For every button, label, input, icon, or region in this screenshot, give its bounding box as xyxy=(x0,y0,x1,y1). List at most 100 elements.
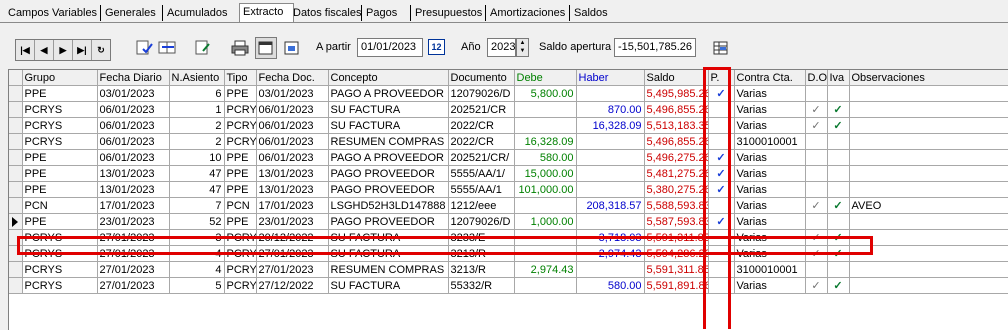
cell-do[interactable] xyxy=(805,165,828,182)
cell-saldo[interactable]: 5,496,855.26 xyxy=(644,133,709,150)
cell-n-asiento[interactable]: 52 xyxy=(169,213,225,230)
cell-documento[interactable]: 5555/AA/1 xyxy=(448,181,515,198)
col-n-asiento[interactable]: N.Asiento xyxy=(169,70,225,86)
cell-saldo[interactable]: 5,591,311.86 xyxy=(644,229,709,246)
cell-observaciones[interactable] xyxy=(849,245,1008,262)
cell-concepto[interactable]: SU FACTURA xyxy=(328,277,449,294)
cell-haber[interactable]: 580.00 xyxy=(576,277,645,294)
cell-saldo[interactable]: 5,594,286.29 xyxy=(644,245,709,262)
cell-fecha-diario[interactable]: 27/01/2023 xyxy=(97,277,170,294)
cell-debe[interactable]: 101,000.00 xyxy=(514,181,577,198)
cell-haber[interactable]: 3,718.03 xyxy=(576,229,645,246)
cell-documento[interactable]: 55332/R xyxy=(448,277,515,294)
col-iva[interactable]: Iva xyxy=(827,70,850,86)
col-contra-cta[interactable]: Contra Cta. xyxy=(734,70,806,86)
tab-amortizaciones[interactable]: Amortizaciones xyxy=(488,5,571,21)
cell-n-asiento[interactable]: 7 xyxy=(169,197,225,214)
cell-iva[interactable]: ✓ xyxy=(827,245,850,262)
cell-documento[interactable]: 3213/R xyxy=(448,245,515,262)
cell-p[interactable] xyxy=(708,261,735,278)
cell-debe[interactable]: 5,800.00 xyxy=(514,85,577,102)
table-row[interactable]: PCRYS 27/01/2023 5 PCRY 27/12/2022 SU FACTURA… xyxy=(9,277,1008,294)
cell-documento[interactable]: 12079026/D xyxy=(448,213,515,230)
cell-debe[interactable] xyxy=(514,117,577,134)
cell-iva[interactable] xyxy=(827,181,850,198)
cell-observaciones[interactable] xyxy=(849,133,1008,150)
cell-debe[interactable] xyxy=(514,197,577,214)
cell-grupo[interactable]: PCRYS xyxy=(22,261,98,278)
documents-link-icon[interactable] xyxy=(156,37,178,59)
cell-n-asiento[interactable]: 2 xyxy=(169,117,225,134)
table-row[interactable]: PCRYS 27/01/2023 4 PCRY 27/01/2023 SU FACTURA… xyxy=(9,245,1008,262)
tab-saldos[interactable]: Saldos xyxy=(572,5,618,21)
col-haber[interactable]: Haber xyxy=(576,70,645,86)
cell-n-asiento[interactable]: 1 xyxy=(169,101,225,118)
cell-concepto[interactable]: SU FACTURA xyxy=(328,101,449,118)
table-row[interactable]: PPE 03/01/2023 6 PPE 03/01/2023 PAGO A PROVEE… xyxy=(9,85,1008,102)
cell-observaciones[interactable]: AVEO xyxy=(849,197,1008,214)
table-row[interactable]: PCRYS 27/01/2023 4 PCRY 27/01/2023 RESUMEN CO… xyxy=(9,261,1008,278)
tab-campos-variables[interactable]: Campos Variables xyxy=(6,5,102,21)
cell-n-asiento[interactable]: 6 xyxy=(169,85,225,102)
next-record-button[interactable]: ▶ xyxy=(54,40,73,60)
cell-contra-cta[interactable]: Varias xyxy=(734,213,806,230)
cell-contra-cta[interactable]: Varias xyxy=(734,181,806,198)
cell-p[interactable] xyxy=(708,133,735,150)
saldo-apertura-field[interactable]: -15,501,785.26 xyxy=(614,38,696,57)
cell-grupo[interactable]: PCRYS xyxy=(22,133,98,150)
cell-iva[interactable]: ✓ xyxy=(827,197,850,214)
cell-tipo[interactable]: PCRY xyxy=(224,261,257,278)
col-saldo[interactable]: Saldo xyxy=(644,70,709,86)
cell-n-asiento[interactable]: 3 xyxy=(169,229,225,246)
cell-tipo[interactable]: PCRY xyxy=(224,229,257,246)
cell-p[interactable] xyxy=(708,245,735,262)
cell-documento[interactable]: 3213/R xyxy=(448,261,515,278)
cell-haber[interactable] xyxy=(576,133,645,150)
cell-n-asiento[interactable]: 4 xyxy=(169,245,225,262)
first-record-button[interactable]: |◀ xyxy=(16,40,35,60)
col-fecha-doc[interactable]: Fecha Doc. xyxy=(256,70,329,86)
col-p[interactable]: P. xyxy=(708,70,735,86)
cell-grupo[interactable]: PPE xyxy=(22,149,98,166)
table-row[interactable]: PPE 06/01/2023 10 PPE 06/01/2023 PAGO A PROVE… xyxy=(9,149,1008,166)
cell-fecha-doc[interactable]: 27/12/2022 xyxy=(256,277,329,294)
cell-concepto[interactable]: SU FACTURA xyxy=(328,229,449,246)
cell-tipo[interactable]: PPE xyxy=(224,213,257,230)
a-partir-date-field[interactable]: 01/01/2023 xyxy=(357,38,423,57)
cell-saldo[interactable]: 5,587,593.83 xyxy=(644,213,709,230)
cell-observaciones[interactable] xyxy=(849,101,1008,118)
table-row[interactable]: PPE 23/01/2023 52 PPE 23/01/2023 PAGO PROVEED… xyxy=(9,213,1008,230)
cell-contra-cta[interactable]: 3100010001 xyxy=(734,261,806,278)
cell-do[interactable] xyxy=(805,261,828,278)
cell-documento[interactable]: 1212/eee xyxy=(448,197,515,214)
cell-grupo[interactable]: PCRYS xyxy=(22,245,98,262)
cell-iva[interactable] xyxy=(827,213,850,230)
cell-debe[interactable]: 2,974.43 xyxy=(514,261,577,278)
table-row[interactable]: PPE 13/01/2023 47 PPE 13/01/2023 PAGO PROVEED… xyxy=(9,181,1008,198)
cell-contra-cta[interactable]: 3100010001 xyxy=(734,133,806,150)
cell-haber[interactable] xyxy=(576,149,645,166)
cell-tipo[interactable]: PCRY xyxy=(224,277,257,294)
cell-fecha-diario[interactable]: 06/01/2023 xyxy=(97,133,170,150)
cell-saldo[interactable]: 5,588,593.83 xyxy=(644,197,709,214)
cell-concepto[interactable]: PAGO A PROVEEDOR xyxy=(328,85,449,102)
cell-saldo[interactable]: 5,591,891.86 xyxy=(644,277,709,294)
cell-saldo[interactable]: 5,591,311.86 xyxy=(644,261,709,278)
cell-p[interactable] xyxy=(708,101,735,118)
col-fecha-diario[interactable]: Fecha Diario xyxy=(97,70,170,86)
cell-saldo[interactable]: 5,496,275.26 xyxy=(644,149,709,166)
cell-tipo[interactable]: PPE xyxy=(224,85,257,102)
cell-fecha-doc[interactable]: 06/01/2023 xyxy=(256,133,329,150)
ano-spinner[interactable]: ▲ ▼ xyxy=(516,38,529,57)
cell-debe[interactable]: 1,000.00 xyxy=(514,213,577,230)
cell-haber[interactable] xyxy=(576,165,645,182)
cell-fecha-diario[interactable]: 03/01/2023 xyxy=(97,85,170,102)
cell-fecha-doc[interactable]: 23/01/2023 xyxy=(256,213,329,230)
cell-contra-cta[interactable]: Varias xyxy=(734,117,806,134)
cell-haber[interactable]: 870.00 xyxy=(576,101,645,118)
cell-do[interactable] xyxy=(805,149,828,166)
cell-saldo[interactable]: 5,380,275.26 xyxy=(644,181,709,198)
table-row[interactable]: PCRYS 06/01/2023 2 PCRY 06/01/2023 RESUMEN CO… xyxy=(9,133,1008,150)
cell-fecha-diario[interactable]: 23/01/2023 xyxy=(97,213,170,230)
cell-grupo[interactable]: PPE xyxy=(22,213,98,230)
